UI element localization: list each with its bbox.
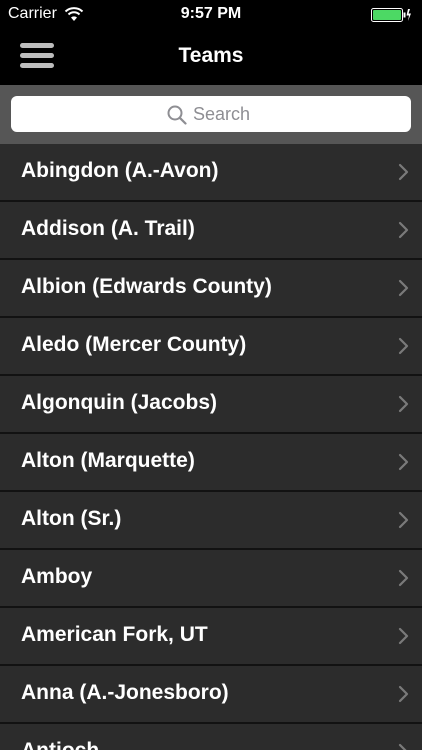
team-row[interactable]: American Fork, UT (0, 608, 422, 666)
status-time: 9:57 PM (180, 5, 242, 22)
chevron-right-icon (398, 221, 409, 239)
chevron-right-icon (398, 279, 409, 297)
chevron-right-icon (398, 337, 409, 355)
team-name: Amboy (21, 565, 93, 588)
team-name: Antioch (21, 739, 99, 750)
chevron-right-icon (398, 569, 409, 587)
chevron-right-icon (398, 163, 409, 181)
team-name: Abingdon (A.-Avon) (21, 159, 219, 182)
team-name: Albion (Edwards County) (21, 275, 272, 298)
team-row[interactable]: Amboy (0, 550, 422, 608)
teams-screen: Carrier 9:57 PM Teams A (0, 0, 422, 750)
team-row[interactable]: Anna (A.-Jonesboro) (0, 666, 422, 724)
team-row[interactable]: Albion (Edwards County) (0, 260, 422, 318)
team-name: American Fork, UT (21, 623, 208, 646)
team-row[interactable]: Aledo (Mercer County) (0, 318, 422, 376)
chevron-right-icon (398, 627, 409, 645)
chevron-right-icon (398, 395, 409, 413)
search-bar (0, 85, 422, 144)
team-row[interactable]: Abingdon (A.-Avon) (0, 144, 422, 202)
team-row[interactable]: Algonquin (Jacobs) (0, 376, 422, 434)
search-field[interactable] (11, 96, 411, 132)
team-row[interactable]: Alton (Sr.) (0, 492, 422, 550)
search-icon (167, 105, 187, 125)
chevron-right-icon (398, 511, 409, 529)
team-name: Alton (Marquette) (21, 449, 195, 472)
team-name: Algonquin (Jacobs) (21, 391, 217, 414)
team-row[interactable]: Alton (Marquette) (0, 434, 422, 492)
status-bar: Carrier 9:57 PM (0, 0, 422, 30)
chevron-right-icon (398, 685, 409, 703)
search-input[interactable] (193, 101, 393, 127)
navigation-bar: Teams (0, 30, 422, 85)
team-list: Abingdon (A.-Avon) Addison (A. Trail) Albi… (0, 144, 422, 750)
chevron-right-icon (398, 453, 409, 471)
team-name: Aledo (Mercer County) (21, 333, 247, 356)
chevron-right-icon (398, 743, 407, 750)
team-name: Alton (Sr.) (21, 507, 122, 530)
team-row[interactable]: Addison (A. Trail) (0, 202, 422, 260)
team-name: Anna (A.-Jonesboro) (21, 681, 229, 704)
page-title: Teams (178, 44, 244, 67)
team-row[interactable]: Antioch (0, 724, 422, 750)
team-name: Addison (A. Trail) (21, 217, 195, 240)
battery-icon (371, 8, 411, 22)
